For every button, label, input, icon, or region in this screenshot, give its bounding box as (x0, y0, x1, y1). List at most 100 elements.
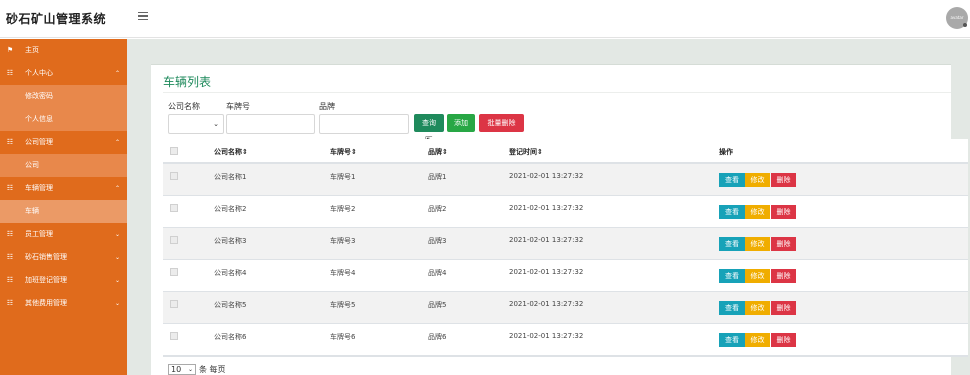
sidebar-item-label: 车辆管理 (25, 184, 53, 192)
table-row (163, 228, 968, 260)
row-checkbox[interactable] (170, 268, 178, 276)
cell-company: 公司名称2 (214, 205, 247, 213)
table-header (163, 139, 968, 164)
page-size-suffix: 条 每页 (199, 365, 226, 374)
row-checkbox[interactable] (170, 204, 178, 212)
cell-plate: 车牌号2 (330, 205, 356, 213)
delete-button[interactable]: 删除 (771, 333, 796, 347)
header-time[interactable]: 登记时间⇕ (509, 147, 543, 157)
grid-icon: ☷ (6, 253, 14, 261)
add-button[interactable]: 添加 (447, 114, 475, 132)
page-title: 车辆列表 (163, 75, 212, 89)
sidebar-subitem-company[interactable]: 公司 (0, 154, 127, 177)
chevron-icon: ⌄ (115, 300, 121, 307)
row-checkbox[interactable] (170, 332, 178, 340)
delete-button[interactable]: 删除 (771, 237, 796, 251)
header-brand[interactable]: 品牌⇕ (428, 147, 448, 157)
batch-delete-button[interactable]: 批量删除 (479, 114, 524, 132)
cell-time: 2021-02-01 13:27:32 (509, 332, 584, 340)
grid-icon: ☷ (6, 230, 14, 238)
cell-plate: 车牌号6 (330, 333, 356, 341)
delete-button[interactable]: 删除 (771, 301, 796, 315)
brand-input[interactable] (319, 114, 409, 134)
edit-button[interactable]: 修改 (745, 237, 770, 251)
cell-plate: 车牌号1 (330, 173, 356, 181)
sidebar-item-label: 其他费用管理 (25, 299, 67, 307)
cell-brand: 品牌6 (428, 333, 447, 341)
sidebar-item-label: 个人中心 (25, 69, 53, 77)
sidebar-subitem-vehicle[interactable]: 车辆 (0, 200, 127, 223)
page-size-value: 10 (171, 365, 182, 374)
row-checkbox[interactable] (170, 172, 178, 180)
sidebar-item-sand-sales-management[interactable]: ☷ 砂石销售管理 ⌄ (0, 246, 127, 269)
row-checkbox[interactable] (170, 300, 178, 308)
cell-brand: 品牌1 (428, 173, 447, 181)
header-company[interactable]: 公司名称⇕ (214, 147, 248, 157)
cell-brand: 品牌5 (428, 301, 447, 309)
sidebar-item-personal-center[interactable]: ☷ 个人中心 ⌃ (0, 62, 127, 85)
delete-button[interactable]: 删除 (771, 173, 796, 187)
sidebar-item-home[interactable]: ⚑ 主页 (0, 39, 127, 62)
chevron-icon: ⌃ (115, 185, 121, 192)
header-plate[interactable]: 车牌号⇕ (330, 147, 357, 157)
grid-icon: ☷ (6, 299, 14, 307)
chevron-icon: ⌃ (115, 139, 121, 146)
query-button[interactable]: 查询 (414, 114, 444, 132)
edit-button[interactable]: 修改 (745, 301, 770, 315)
delete-button[interactable]: 删除 (771, 205, 796, 219)
grid-icon: ☷ (6, 138, 14, 146)
edit-button[interactable]: 修改 (745, 173, 770, 187)
sidebar-item-label: 公司管理 (25, 138, 53, 146)
chevron-icon: ⌄ (115, 231, 121, 238)
plate-filter-label: 车牌号 (226, 102, 250, 111)
sidebar-item-company-management[interactable]: ☷ 公司管理 ⌃ (0, 131, 127, 154)
grid-icon: ☷ (6, 184, 14, 192)
table-row (163, 164, 968, 196)
edit-button[interactable]: 修改 (745, 333, 770, 347)
top-bar: 砂石矿山管理系统 avatar (0, 0, 970, 38)
view-button[interactable]: 查看 (719, 237, 745, 251)
delete-button[interactable]: 删除 (771, 269, 796, 283)
grid-icon: ☷ (6, 276, 14, 284)
sidebar-item-vehicle-management[interactable]: ☷ 车辆管理 ⌃ (0, 177, 127, 200)
sidebar-item-label: 修改密码 (25, 92, 53, 100)
company-select[interactable]: ⌄ (168, 114, 224, 134)
view-button[interactable]: 查看 (719, 333, 745, 347)
cell-brand: 品牌2 (428, 205, 447, 213)
chevron-down-icon: ⌄ (213, 120, 219, 128)
row-checkbox[interactable] (170, 236, 178, 244)
sidebar-item-label: 员工管理 (25, 230, 53, 238)
view-button[interactable]: 查看 (719, 301, 745, 315)
sidebar-subitem-personal-info[interactable]: 个人信息 (0, 108, 127, 131)
page-size-select[interactable]: 10 ⌄ (168, 364, 196, 375)
sidebar-item-other-expense-management[interactable]: ☷ 其他费用管理 ⌄ (0, 292, 127, 315)
sidebar-item-label: 砂石销售管理 (25, 253, 67, 261)
sidebar-item-employee-management[interactable]: ☷ 员工管理 ⌄ (0, 223, 127, 246)
grid-icon: ☷ (6, 69, 14, 77)
table-row (163, 196, 968, 228)
header-actions: 操作 (719, 148, 733, 156)
menu-toggle-icon[interactable] (138, 12, 148, 21)
sidebar-subitem-change-password[interactable]: 修改密码 (0, 85, 127, 108)
view-button[interactable]: 查看 (719, 205, 745, 219)
brand-filter-label: 品牌 (319, 102, 335, 111)
sidebar-item-label: 加班登记管理 (25, 276, 67, 284)
table-row (163, 324, 968, 356)
cell-company: 公司名称6 (214, 333, 247, 341)
edit-button[interactable]: 修改 (745, 269, 770, 283)
edit-button[interactable]: 修改 (745, 205, 770, 219)
chevron-icon: ⌃ (115, 70, 121, 77)
cell-brand: 品牌4 (428, 269, 447, 277)
sidebar-item-label: 主页 (25, 46, 39, 54)
sidebar-item-overtime-management[interactable]: ☷ 加班登记管理 ⌄ (0, 269, 127, 292)
select-all-checkbox[interactable] (170, 147, 178, 155)
sidebar-item-label: 车辆 (25, 207, 39, 215)
view-button[interactable]: 查看 (719, 173, 745, 187)
cell-brand: 品牌3 (428, 237, 447, 245)
avatar-status-dot (963, 23, 967, 27)
chevron-icon: ⌄ (115, 254, 121, 261)
cell-company: 公司名称1 (214, 173, 247, 181)
app-title: 砂石矿山管理系统 (6, 12, 107, 26)
view-button[interactable]: 查看 (719, 269, 745, 283)
plate-input[interactable] (226, 114, 315, 134)
